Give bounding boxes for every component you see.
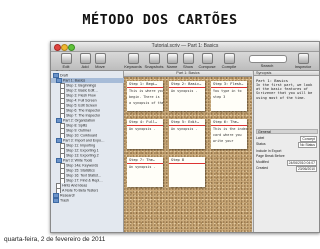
card-title: Step 8 — [169, 157, 205, 164]
slide-footer-date: quarta-feira, 2 de fevereiro de 2011 — [4, 236, 106, 243]
inspector-icon — [297, 53, 309, 64]
card-title: Step 4: Full… — [127, 119, 163, 126]
show-icon — [182, 53, 194, 64]
inspector-synopsis[interactable]: In the first part, we look at the basic … — [256, 83, 316, 100]
status-select[interactable]: No Status — [298, 142, 317, 148]
edit-scrivenings-icon — [60, 53, 72, 64]
card-synopsis-line: An synopsis - — [171, 127, 198, 131]
index-card[interactable]: Step 1: Begi… This is where you begin. T… — [127, 81, 163, 111]
modified-row: Modified 24/06/2010 04:07 — [256, 160, 317, 166]
inspector-panel: Synopsis Part 1: Basics In the first par… — [253, 71, 319, 232]
card-title: Step 7: The… — [127, 157, 163, 164]
index-card[interactable]: Step 2: Basic… An synopsis - — [169, 81, 205, 111]
add-icon — [79, 53, 91, 64]
index-card[interactable]: Step 4: Full… An synopsis - — [127, 119, 163, 149]
card-title: Step 3: Flesh… — [211, 81, 247, 88]
card-synopsis-line: write your — [213, 139, 234, 144]
label-row: Label Concept — [256, 136, 317, 142]
move-button[interactable]: Move — [93, 53, 107, 69]
keywords-button[interactable]: Keywords — [123, 53, 143, 69]
add-button[interactable]: Add — [78, 53, 92, 69]
window-title: Tutorial.scriv — Part 1: Basics — [151, 43, 219, 49]
card-title: Step 5: Edit… — [169, 119, 205, 126]
card-synopsis-line: An synopsis - — [129, 127, 156, 131]
inspector-button[interactable]: Inspector — [291, 53, 315, 69]
show-button[interactable]: Show — [181, 53, 195, 69]
inspector-header: Synopsis — [254, 71, 319, 76]
card-title: Step 2: Basic… — [169, 81, 205, 88]
snapshots-button[interactable]: Snapshots — [144, 53, 164, 69]
index-card[interactable]: Step 6: The… This is the index card wher… — [211, 119, 247, 149]
created-row: Created 23/06/2010 — [256, 166, 317, 172]
general-section-header[interactable]: General — [256, 129, 318, 134]
index-card[interactable]: Step 8 — [169, 157, 205, 187]
keywords-icon — [127, 53, 139, 64]
scrivener-window: Tutorial.scriv — Part 1: Basics Edit Scr… — [50, 41, 320, 233]
card-synopsis-line: step 3 — [213, 95, 226, 100]
include-in-export-checkbox[interactable]: Include In Export — [256, 149, 318, 153]
compile-icon — [223, 53, 235, 64]
compose-icon — [201, 53, 213, 64]
toolbar: Edit Scrivenings Add Move Keywords Snaps… — [51, 52, 319, 74]
binder-item[interactable]: Trash — [51, 198, 69, 203]
move-icon — [94, 53, 106, 64]
index-card[interactable]: Step 7: The… An synopsis - — [127, 157, 163, 187]
corkboard: Step 1: Begi… This is where you begin. T… — [124, 77, 252, 232]
card-synopsis-line: An synopsis - — [171, 89, 198, 93]
page-break-checkbox[interactable]: Page Break Before — [256, 154, 318, 158]
card-title: Step 6: The… — [211, 119, 247, 126]
index-card[interactable]: Step 5: Edit… An synopsis - — [169, 119, 205, 149]
card-synopsis-line: An synopsis - — [129, 165, 156, 169]
search-label: Search — [260, 63, 274, 68]
window-titlebar: Tutorial.scriv — Part 1: Basics — [51, 42, 319, 52]
binder-sidebar: Draft Part 1: Basics Step 1: Beginnings … — [51, 71, 128, 232]
name-icon — [166, 53, 178, 64]
slide-title: MÉTODO DOS CARTÕES — [82, 12, 238, 28]
index-card[interactable]: Step 3: Flesh… You type in to step 3 — [211, 81, 247, 111]
snapshots-icon — [148, 53, 160, 64]
name-button[interactable]: Name — [165, 53, 179, 69]
compile-button[interactable]: Compile — [219, 53, 239, 69]
search-input[interactable] — [249, 55, 287, 63]
trash-icon — [53, 198, 59, 203]
card-synopsis-line: a synopsis of the — [129, 101, 163, 106]
status-row: Status No Status — [256, 142, 317, 148]
card-title: Step 1: Begi… — [127, 81, 163, 88]
created-value: 23/06/2010 — [296, 166, 317, 172]
compose-button[interactable]: Compose — [197, 53, 217, 69]
